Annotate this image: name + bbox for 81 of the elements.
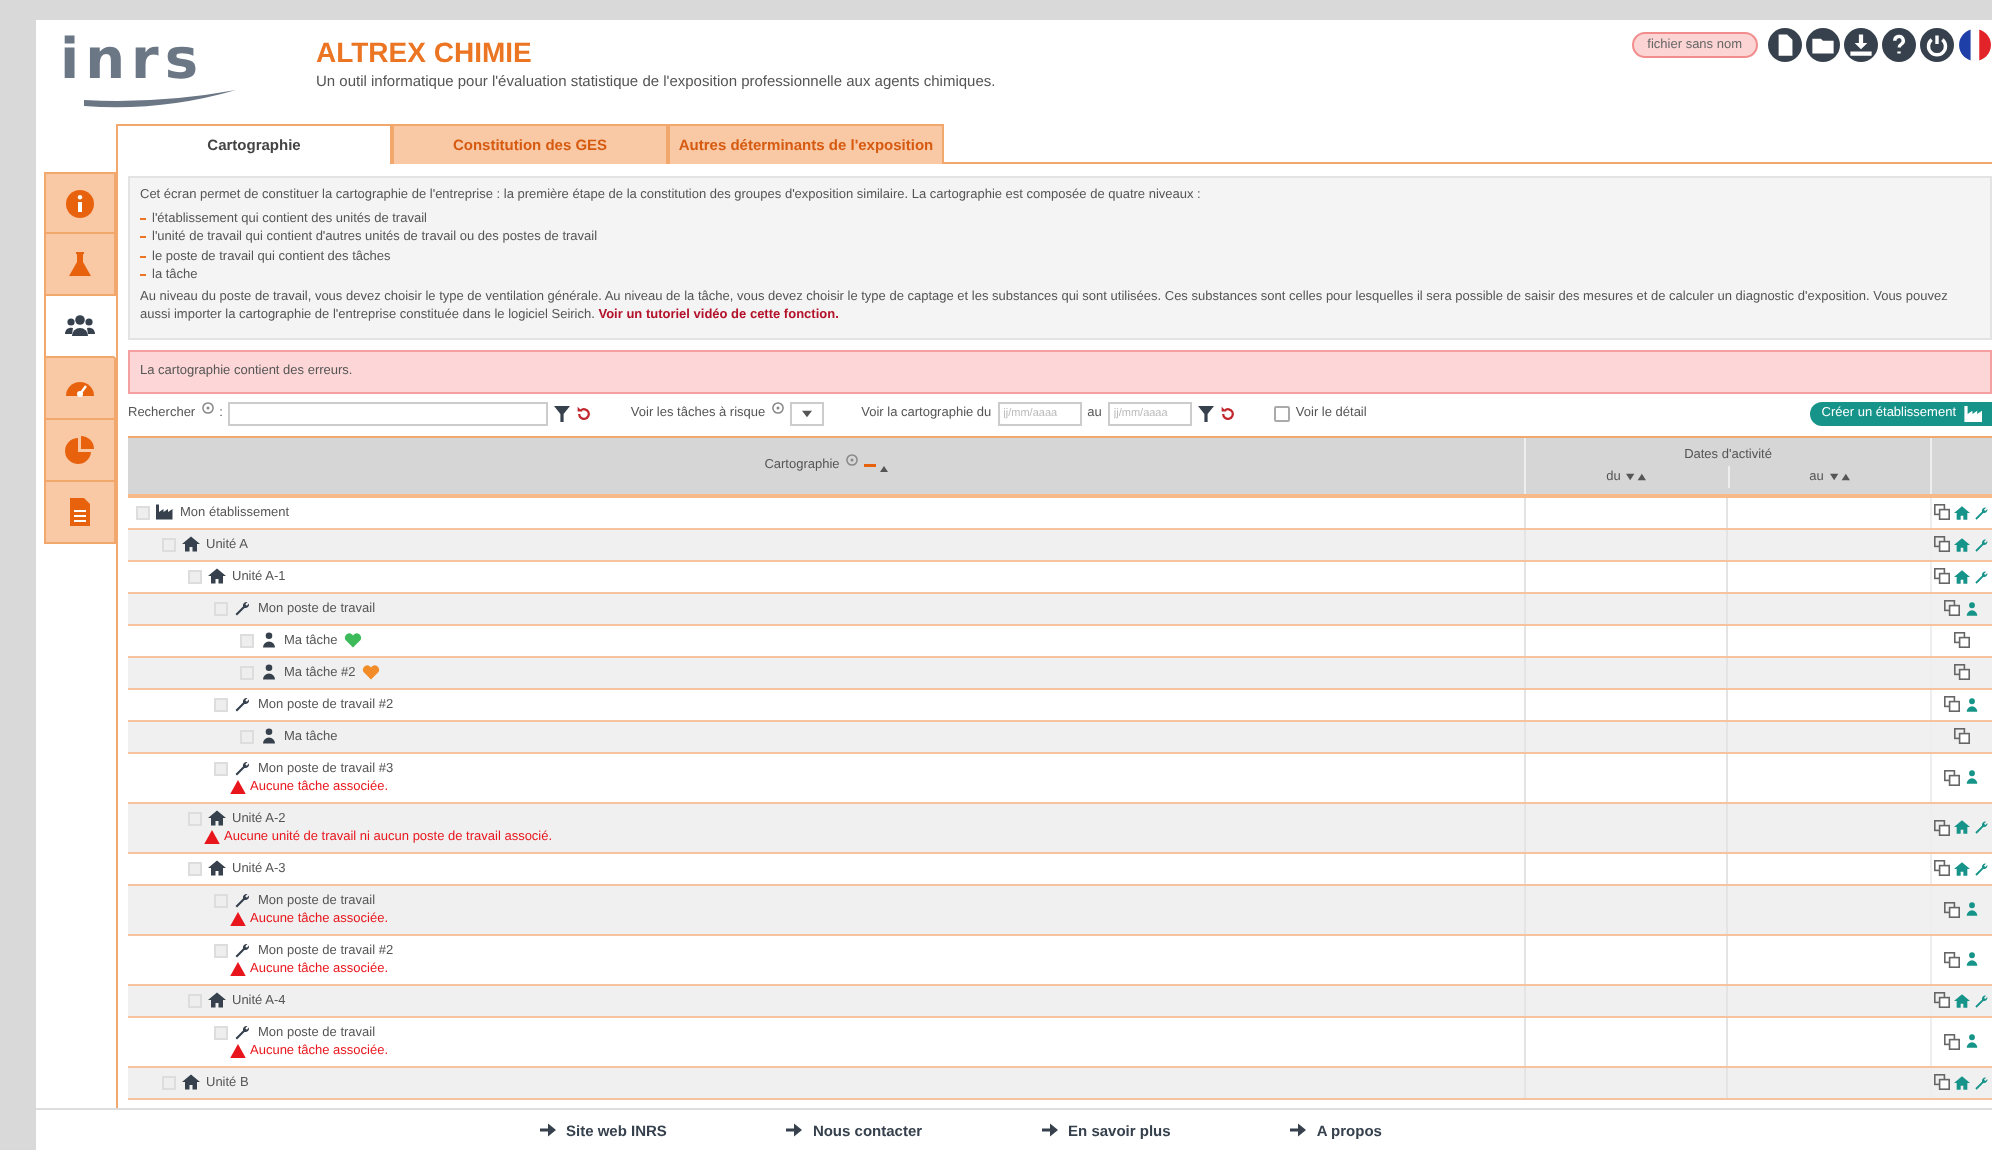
person-icon: [260, 664, 278, 680]
info-icon[interactable]: [44, 172, 116, 234]
wrench-icon: [234, 892, 252, 908]
wrench-icon: [234, 600, 252, 616]
house-icon[interactable]: [1954, 537, 1970, 551]
flag-icon[interactable]: [1958, 28, 1992, 62]
wrench-icon: [234, 760, 252, 776]
house-icon[interactable]: [1954, 820, 1970, 834]
filter-icon[interactable]: [1197, 405, 1214, 421]
wrench-icon: [234, 942, 252, 958]
house-icon[interactable]: [1954, 993, 1970, 1007]
wrench-icon[interactable]: [1974, 1075, 1990, 1089]
detail-checkbox[interactable]: [1273, 405, 1290, 421]
reset-icon[interactable]: [576, 405, 593, 421]
copy-icon[interactable]: [1944, 1033, 1960, 1049]
house-icon[interactable]: [1954, 861, 1970, 875]
sort-icon[interactable]: [1829, 471, 1850, 481]
wrench-icon[interactable]: [1974, 861, 1990, 875]
person-icon[interactable]: [1964, 952, 1980, 966]
person-icon[interactable]: [1964, 601, 1980, 615]
warning-icon: [230, 961, 246, 975]
house-icon: [182, 1074, 200, 1090]
users-icon[interactable]: [44, 296, 116, 358]
house-icon: [208, 992, 226, 1008]
new-file-icon[interactable]: [1768, 28, 1802, 62]
warning-icon: [230, 911, 246, 925]
copy-icon[interactable]: [1944, 951, 1960, 967]
person-icon[interactable]: [1964, 697, 1980, 711]
caret-icon: [801, 409, 812, 417]
wrench-icon[interactable]: [1974, 993, 1990, 1007]
logo: inrs: [60, 32, 207, 88]
risk-select[interactable]: [789, 401, 824, 425]
wrench-icon: [234, 696, 252, 712]
person-icon[interactable]: [1964, 1034, 1980, 1048]
house-icon: [208, 568, 226, 584]
wrench-icon[interactable]: [1974, 569, 1990, 583]
help-icon: [771, 402, 784, 414]
document-icon[interactable]: [44, 482, 116, 544]
help-icon[interactable]: [1882, 28, 1916, 62]
reset-icon[interactable]: [1219, 405, 1236, 421]
warning-icon: [204, 829, 220, 843]
help-icon: [845, 454, 858, 466]
person-icon: [260, 632, 278, 648]
house-icon[interactable]: [1954, 1075, 1970, 1089]
search-field[interactable]: [228, 401, 549, 425]
house-icon[interactable]: [1954, 569, 1970, 583]
sort-icon[interactable]: [863, 459, 888, 471]
factory-icon: [1964, 405, 1984, 421]
wrench-icon[interactable]: [1974, 820, 1990, 834]
copy-icon[interactable]: [1934, 819, 1950, 835]
warning-icon: [230, 779, 246, 793]
copy-icon[interactable]: [1944, 901, 1960, 917]
copy-icon[interactable]: [1944, 769, 1960, 785]
arrow-icon: [1290, 1122, 1307, 1138]
wrench-icon: [234, 1024, 252, 1040]
wrench-icon[interactable]: [1974, 537, 1990, 551]
sort-icon[interactable]: [1626, 471, 1647, 481]
arrow-icon: [786, 1122, 803, 1138]
help-icon: [201, 402, 214, 414]
power-icon[interactable]: [1920, 28, 1954, 62]
arrow-icon: [540, 1122, 556, 1138]
filter-icon[interactable]: [554, 405, 571, 421]
house-icon: [182, 536, 200, 552]
pie-icon[interactable]: [44, 420, 116, 482]
house-icon[interactable]: [1954, 505, 1970, 519]
arrow-icon: [1042, 1122, 1059, 1138]
wrench-icon[interactable]: [1974, 505, 1990, 519]
factory-icon: [156, 504, 174, 520]
person-icon[interactable]: [1964, 770, 1980, 784]
house-icon: [208, 810, 226, 826]
app-title: ALTREX CHIMIE: [316, 36, 534, 68]
copy-icon[interactable]: [1934, 860, 1950, 876]
person-icon[interactable]: [1964, 902, 1980, 916]
download-icon[interactable]: [1844, 28, 1878, 62]
copy-icon[interactable]: [1934, 1074, 1950, 1090]
folder-icon[interactable]: [1806, 28, 1840, 62]
person-icon: [260, 728, 278, 744]
swoosh-icon: [80, 88, 240, 112]
house-icon: [208, 860, 226, 876]
copy-icon[interactable]: [1934, 992, 1950, 1008]
warning-icon: [230, 1043, 246, 1057]
